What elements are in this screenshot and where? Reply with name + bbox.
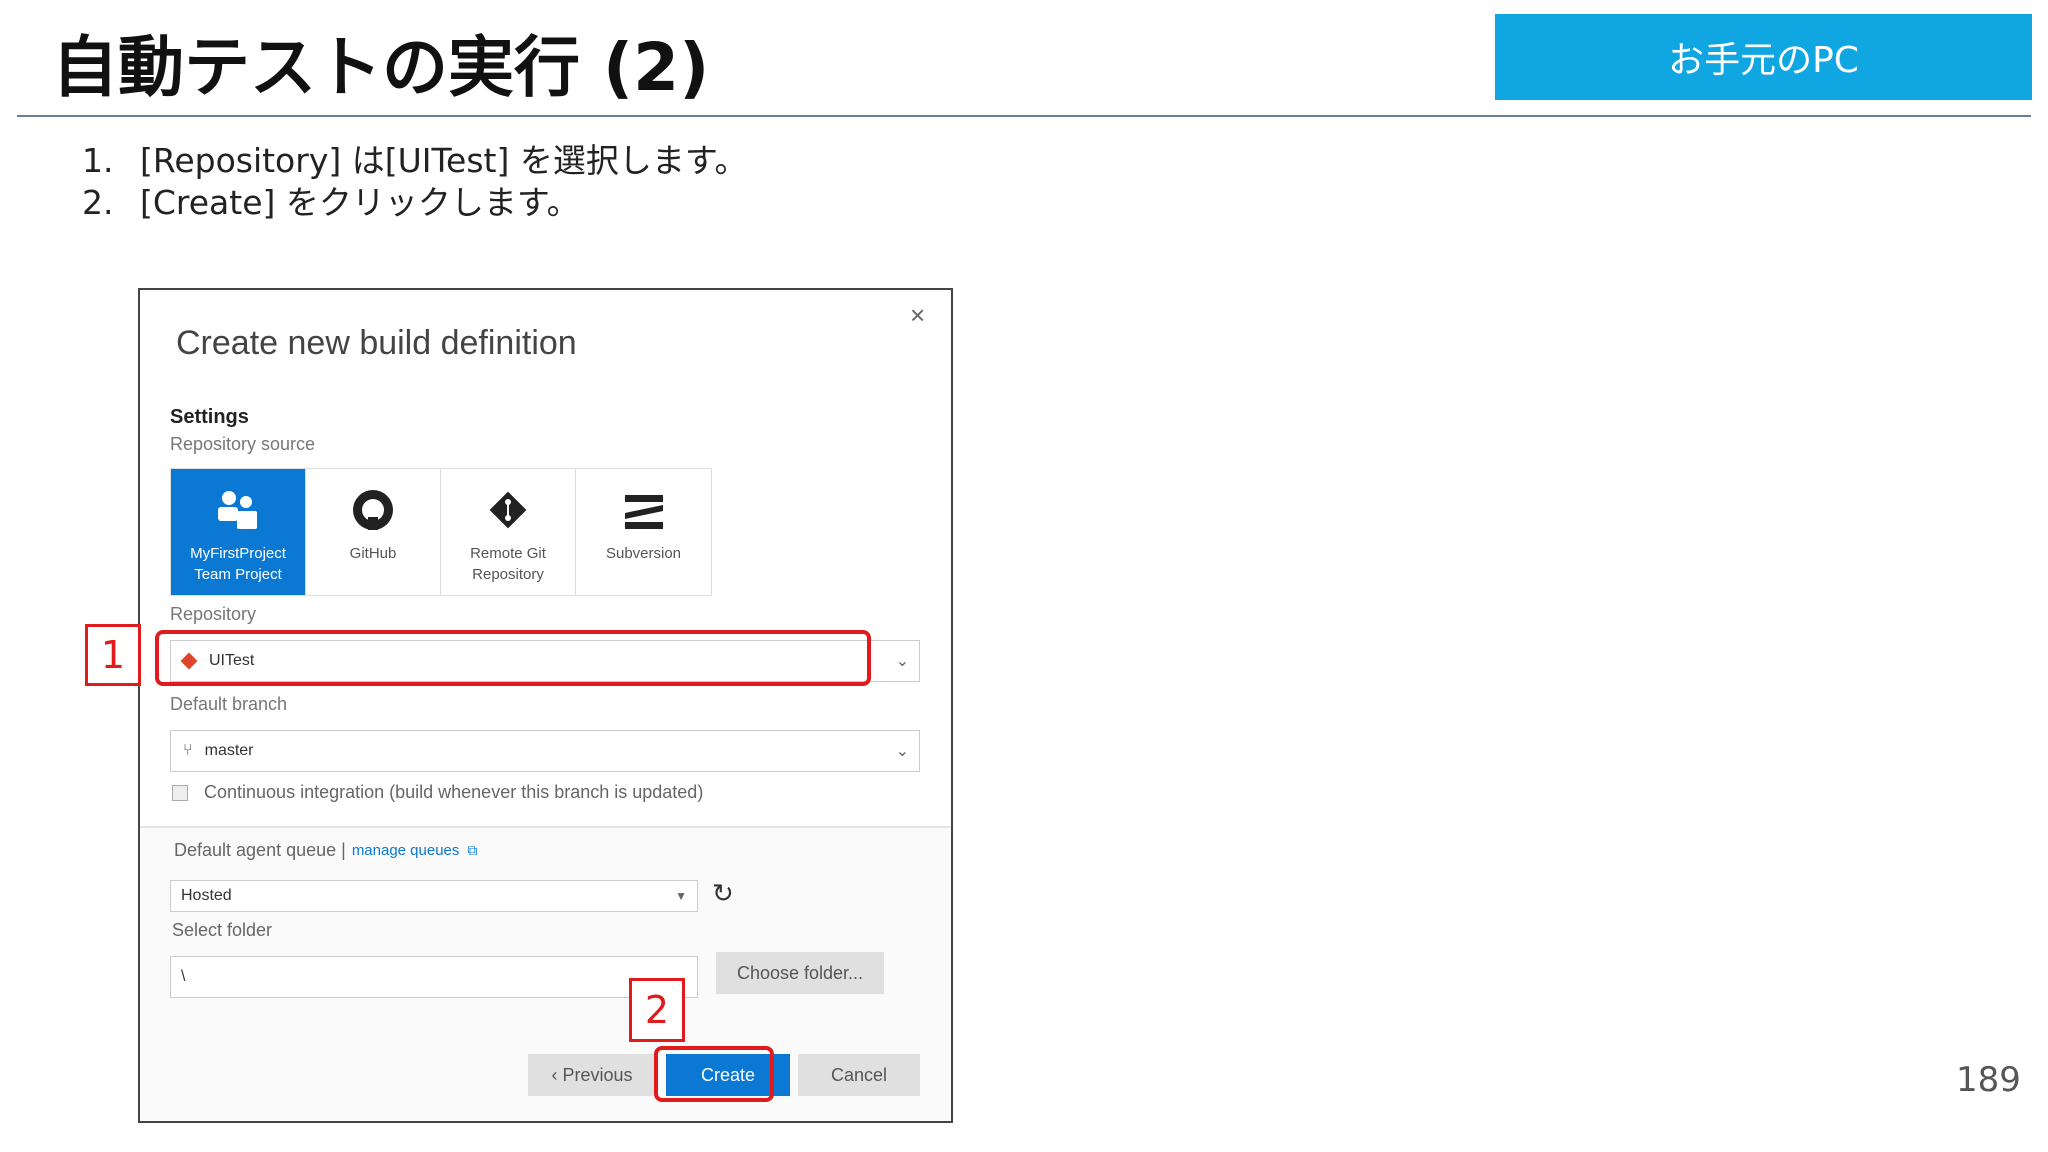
external-link-icon[interactable]: ⧉ <box>467 842 477 859</box>
branch-icon: ⑂ <box>183 742 193 759</box>
select-folder-label: Select folder <box>172 920 273 940</box>
source-subversion[interactable]: Subversion <box>576 469 711 595</box>
environment-badge: お手元のPC <box>1495 14 2032 100</box>
chevron-down-icon: ⌄ <box>895 653 909 670</box>
repository-source-label: Repository source <box>170 434 316 454</box>
source-remote-git[interactable]: Remote Git Repository <box>441 469 576 595</box>
dialog-title: Create new build definition <box>176 324 577 362</box>
close-icon[interactable]: × <box>910 300 925 331</box>
agent-queue-select[interactable]: Hosted ▼ <box>170 880 698 912</box>
chevron-down-icon: ⌄ <box>895 743 909 760</box>
refresh-icon[interactable]: ↻ <box>712 878 734 909</box>
callout-1: 1 <box>85 624 141 686</box>
previous-button[interactable]: ‹ Previous <box>528 1054 656 1096</box>
step-item: 1. [Repository] は[UITest] を選択します。 <box>82 141 748 180</box>
create-highlight <box>654 1046 774 1102</box>
build-definition-dialog: × Create new build definition Settings R… <box>138 288 953 1123</box>
dropdown-arrow-icon: ▼ <box>675 889 687 903</box>
source-github[interactable]: GitHub <box>306 469 441 595</box>
repository-highlight <box>155 630 871 686</box>
instruction-steps: 1. [Repository] は[UITest] を選択します。 2. [Cr… <box>82 140 748 224</box>
subversion-icon <box>621 487 667 533</box>
page-title: 自動テストの実行 (2) <box>52 29 710 106</box>
github-icon <box>350 487 396 533</box>
default-branch-label: Default branch <box>170 694 288 714</box>
ci-option: Continuous integration (build whenever t… <box>172 782 703 803</box>
settings-heading: Settings <box>170 406 249 428</box>
git-icon <box>485 487 531 533</box>
cancel-button[interactable]: Cancel <box>798 1054 920 1096</box>
ci-checkbox[interactable] <box>172 784 188 801</box>
repository-label: Repository <box>170 604 257 624</box>
choose-folder-button[interactable]: Choose folder... <box>716 952 884 994</box>
agent-queue-row: Default agent queue | manage queues ⧉ <box>174 840 478 860</box>
repository-source-options: MyFirstProject Team Project GitHub Remot… <box>170 468 712 596</box>
title-divider <box>17 115 2031 117</box>
callout-2: 2 <box>629 978 685 1042</box>
source-team-project[interactable]: MyFirstProject Team Project <box>171 469 306 595</box>
team-project-icon <box>215 487 261 533</box>
step-item: 2. [Create] をクリックします。 <box>82 183 580 222</box>
page-number: 189 <box>1956 1060 2021 1100</box>
folder-select[interactable]: \ <box>170 956 698 998</box>
manage-queues-link[interactable]: manage queues <box>352 842 460 859</box>
default-branch-select[interactable]: ⑂ master ⌄ <box>170 730 920 772</box>
